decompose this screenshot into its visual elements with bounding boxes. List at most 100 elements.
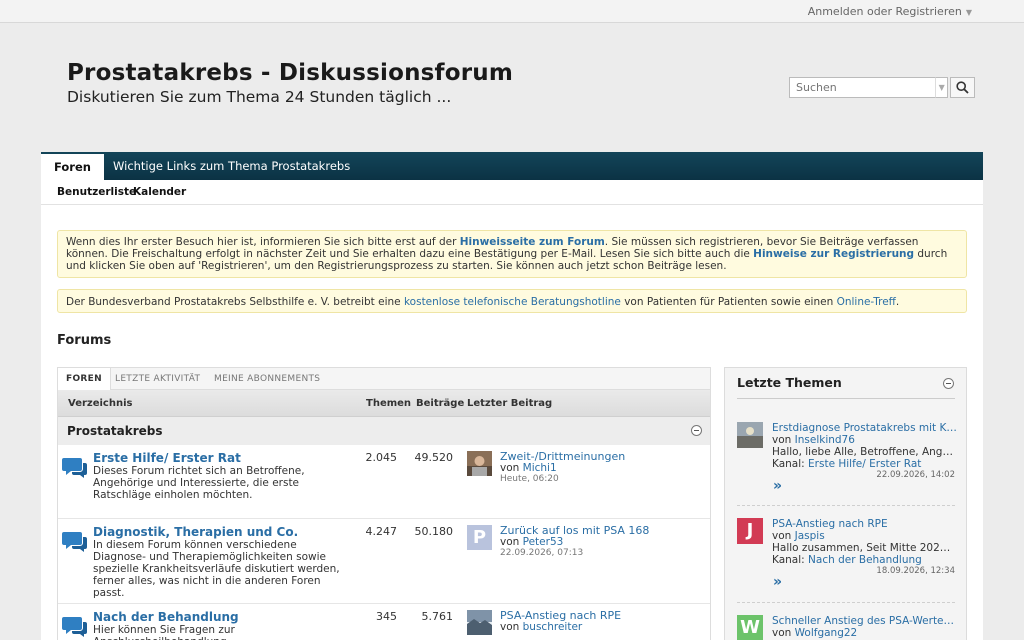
topic-title[interactable]: Erstdiagnose Prostatakrebs mit Knoc... (772, 422, 957, 434)
latest-topic-item: Erstdiagnose Prostatakrebs mit Knoc... v… (737, 422, 957, 498)
login-label[interactable]: Anmelden oder Registrieren (808, 5, 962, 18)
by-prefix: von (500, 536, 523, 548)
col-verzeichnis[interactable]: Verzeichnis (68, 398, 132, 409)
speech-bubbles-icon (62, 458, 87, 478)
channel-link[interactable]: Nach der Behandlung (808, 554, 922, 566)
col-letzter-beitrag[interactable]: Letzter Beitrag (467, 398, 552, 409)
topic-title[interactable]: PSA-Anstieg nach RPE (772, 518, 957, 530)
divider (737, 398, 955, 399)
column-header: Verzeichnis Themen Beiträge Letzter Beit… (58, 390, 710, 417)
author-link[interactable]: buschreiter (523, 621, 583, 633)
user-avatar[interactable]: W (737, 615, 763, 640)
notice-hotline: Der Bundesverband Prostatakrebs Selbsthi… (57, 289, 967, 313)
author-link[interactable]: Peter53 (523, 536, 564, 548)
login-register-link[interactable]: Anmelden oder Registrieren ▼ (808, 5, 972, 18)
nav-tab-foren[interactable]: Foren (41, 154, 104, 182)
author-link[interactable]: Michi1 (523, 462, 557, 474)
collapse-icon[interactable] (691, 425, 702, 436)
forums-heading: Forums (57, 333, 112, 348)
forum-title[interactable]: Diagnostik, Therapien und Co. (93, 525, 298, 539)
topic-author: von Wolfgang22 (772, 627, 857, 639)
search-button[interactable] (950, 77, 975, 98)
last-post-date: 22.09.2026, 07:13 (500, 548, 584, 558)
topic-channel: Kanal: Erste Hilfe/ Erster Rat (772, 458, 921, 470)
author-link[interactable]: Inselkind76 (795, 434, 855, 446)
divider (737, 505, 955, 506)
by-prefix: von (772, 627, 795, 639)
by-prefix: von (772, 434, 795, 446)
user-avatar[interactable] (737, 422, 763, 448)
caret-down-icon[interactable]: ▼ (966, 8, 972, 17)
topic-title[interactable]: Schneller Anstieg des PSA-Wertes n... (772, 615, 957, 627)
notice-text: Der Bundesverband Prostatakrebs Selbsthi… (66, 296, 404, 308)
notice-text: . (895, 296, 900, 308)
latest-topic-item: W Schneller Anstieg des PSA-Wertes n... … (737, 615, 957, 640)
site-subtitle: Diskutieren Sie zum Thema 24 Stunden täg… (67, 88, 452, 106)
subnav-calendar[interactable]: Kalender (133, 186, 186, 198)
forum-title[interactable]: Erste Hilfe/ Erster Rat (93, 451, 241, 465)
search-box: ▼ (789, 77, 975, 98)
channel-link[interactable]: Erste Hilfe/ Erster Rat (808, 458, 921, 470)
forum-topic-count: 4.247 (365, 525, 398, 538)
forum-description: In diesem Forum können verschiedene Diag… (93, 539, 340, 599)
speech-bubbles-icon (62, 617, 87, 637)
by-prefix: von (500, 621, 523, 633)
user-avatar[interactable]: J (737, 518, 763, 544)
sidebar-latest-topics: Letzte Themen Erstdiagnose Prostatakrebs… (724, 367, 967, 640)
kanal-prefix: Kanal: (772, 554, 809, 566)
site-title[interactable]: Prostatakrebs - Diskussionsforum (67, 60, 513, 86)
speech-bubbles-icon (62, 532, 87, 552)
forum-title[interactable]: Nach der Behandlung (93, 610, 239, 624)
tab-meine-abonnements[interactable]: MEINE ABONNEMENTS (206, 368, 328, 390)
topic-author: von Inselkind76 (772, 434, 855, 446)
link-online-treff[interactable]: Online-Treff (837, 296, 896, 308)
link-hinweisseite[interactable]: Hinweisseite zum Forum (460, 236, 605, 248)
forum-row: Nach der Behandlung Hier können Sie Frag… (58, 604, 710, 640)
notice-text: Wenn dies Ihr erster Besuch hier ist, in… (66, 236, 460, 248)
user-avatar[interactable] (467, 610, 492, 635)
link-hinweise-registrierung[interactable]: Hinweise zur Registrierung (753, 248, 914, 260)
user-avatar[interactable] (467, 451, 492, 476)
tab-foren[interactable]: FOREN (58, 368, 111, 391)
topic-date: 18.09.2026, 12:34 (876, 566, 955, 576)
author-link[interactable]: Wolfgang22 (795, 627, 858, 639)
divider (737, 602, 955, 603)
forum-post-count: 49.520 (414, 451, 454, 464)
forum-post-count: 5.761 (421, 610, 454, 623)
topic-snippet: Hallo, liebe Alle, Betroffene, Angehöri.… (772, 446, 955, 458)
collapse-icon[interactable] (943, 378, 954, 389)
search-options-dropdown[interactable]: ▼ (935, 77, 949, 98)
nav-tab-links[interactable]: Wichtige Links zum Thema Prostatakrebs (100, 152, 363, 180)
author-link[interactable]: Jaspis (795, 530, 825, 542)
tab-letzte-aktivitaet[interactable]: LETZTE AKTIVITÄT (107, 368, 208, 390)
topic-date: 22.09.2026, 14:02 (876, 470, 955, 480)
last-post-date: Heute, 06:20 (500, 474, 559, 484)
last-post-author: von Michi1 (500, 462, 557, 474)
topic-snippet: Hallo zusammen, Seit Mitte 2024 les... (772, 542, 955, 554)
forum-topic-count: 345 (376, 610, 397, 623)
forum-row: Erste Hilfe/ Erster Rat Dieses Forum ric… (58, 445, 710, 519)
search-input[interactable] (789, 77, 935, 98)
last-post-author: von buschreiter (500, 621, 582, 633)
read-more-icon[interactable]: » (773, 478, 782, 494)
forum-tabs: FOREN LETZTE AKTIVITÄT MEINE ABONNEMENTS (58, 368, 710, 391)
by-prefix: von (500, 462, 523, 474)
link-hotline[interactable]: kostenlose telefonische Beratungshotline (404, 296, 621, 308)
col-beitraege[interactable]: Beiträge (416, 398, 464, 409)
forum-description: Hier können Sie Fragen zur Anschlussheil… (93, 624, 235, 640)
col-themen[interactable]: Themen (366, 398, 411, 409)
forum-topic-count: 2.045 (365, 451, 398, 464)
subnav-memberlist[interactable]: Benutzerliste (57, 186, 136, 198)
search-icon (956, 81, 969, 94)
forum-row: Diagnostik, Therapien und Co. In diesem … (58, 519, 710, 604)
category-row: Prostatakrebs (58, 417, 710, 445)
read-more-icon[interactable]: » (773, 574, 782, 590)
user-avatar[interactable]: P (467, 525, 492, 550)
forum-description: Dieses Forum richtet sich an Betroffene,… (93, 465, 305, 501)
notice-first-visit: Wenn dies Ihr erster Besuch hier ist, in… (57, 230, 967, 278)
category-title[interactable]: Prostatakrebs (67, 424, 163, 438)
forum-list: FOREN LETZTE AKTIVITÄT MEINE ABONNEMENTS… (57, 367, 711, 640)
main-content: Wenn dies Ihr erster Besuch hier ist, in… (41, 205, 983, 640)
latest-topic-item: J PSA-Anstieg nach RPE von Jaspis Hallo … (737, 518, 955, 594)
kanal-prefix: Kanal: (772, 458, 809, 470)
